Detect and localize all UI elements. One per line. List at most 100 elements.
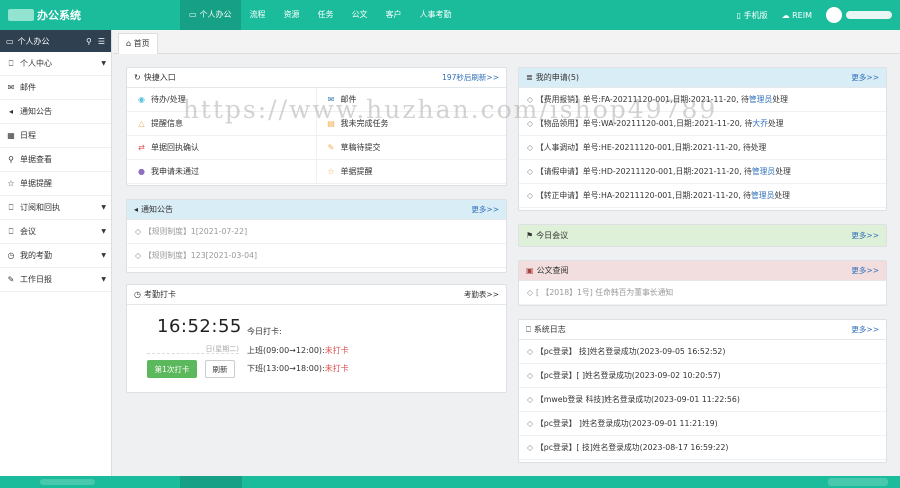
mobile-link[interactable]: ▯ 手机版 [737,10,768,21]
attendance-header: ◷ 考勤打卡 考勤表>> [127,285,506,305]
nav-documents[interactable]: 公文 [343,0,377,30]
diamond-icon: ◇ [527,167,533,176]
nav-resources[interactable]: 资源 [275,0,309,30]
sidebar-item-doc-view[interactable]: ⚲ 单据查看 [0,148,111,172]
quick-unfinished-tasks[interactable]: ▤ 我未完成任务 [316,112,506,136]
diamond-icon: ◇ [527,119,533,128]
diamond-icon: ◇ [527,347,533,356]
tab-home[interactable]: ⌂ 首页 [118,33,158,54]
quick-reminders[interactable]: △ 提醒信息 [127,112,317,136]
log-item[interactable]: ◇ 【pc登录】 ]姓名登录成功(2023-09-01 11:21:19) [519,412,886,436]
log-item[interactable]: ◇ 【mweb登录 科技]姓名登录成功(2023-09-01 11:22:56) [519,388,886,412]
applications-panel: ≣ 我的申请(5) 更多>> ◇ 【费用报销】单号:FA-20211120-001… [518,67,887,211]
top-right-actions: ▯ 手机版 ☁ REIM [737,0,900,30]
today-punch-label: 今日打卡: [247,327,282,336]
bottom-bar [0,476,900,488]
caret-down-icon: ▼ [101,228,106,235]
clock-time: 16:52:55 [157,316,242,337]
quick-entry-header: ↻ 快捷入口 197秒后刷新>> [127,68,506,88]
sidebar-item-attendance[interactable]: ◷ 我的考勤 ▼ [0,244,111,268]
nav-workflow[interactable]: 流程 [241,0,275,30]
sidebar-item-calendar[interactable]: ▦ 日程 [0,124,111,148]
bookmark-icon: ⎕ [8,202,14,212]
bell-icon: △ [138,119,145,128]
punch-in-button[interactable]: 第1次打卡 [147,360,197,378]
diamond-icon: ◇ [527,143,533,152]
nav-hr-attendance[interactable]: 人事考勤 [411,0,461,30]
notice-item[interactable]: ◇ 【规则制度】1[2021-07-22] [127,220,506,244]
attendance-row-morning: 上班(09:00→12:00):未打卡 [247,346,349,355]
refresh-countdown-link[interactable]: 197秒后刷新>> [442,72,499,83]
avatar[interactable] [826,7,842,23]
caret-down-icon: ▼ [101,60,106,67]
meeting-more-link[interactable]: 更多>> [851,230,879,241]
exchange-icon: ⇄ [138,143,145,152]
clock-icon: ◷ [134,290,141,299]
search-icon[interactable]: ⚲ [86,37,92,46]
sidebar-item-subscriptions[interactable]: ⎕ 订阅和回执 ▼ [0,196,111,220]
application-item[interactable]: ◇ 【请假申请】单号:HD-20211120-001,日期:2021-11-20,… [519,160,886,184]
diamond-icon: ◇ [527,95,533,104]
briefcase-icon: ▣ [526,266,534,275]
menu-icon[interactable]: ☰ [98,37,105,46]
nav-personal-office[interactable]: ▭ 个人办公 [180,0,241,30]
sidebar-item-daily-report[interactable]: ✎ 工作日报 ▼ [0,268,111,292]
document-item[interactable]: ◇[ 【2018】1号] 任命韩百为董事长通知 [519,281,886,305]
documents-more-link[interactable]: 更多>> [851,265,879,276]
nav-tasks[interactable]: 任务 [309,0,343,30]
chat-icon: ☁ [781,10,790,20]
attendance-row-afternoon: 下班(13:00→18:00):未打卡 [247,364,349,373]
envelope-icon: ✉ [7,83,15,92]
sidebar-item-personal-center[interactable]: ⎕ 个人中心 ▼ [0,52,111,76]
quick-mail[interactable]: ✉ 邮件 [316,88,506,112]
status-badge: 未打卡 [324,364,349,373]
diamond-icon: ◇ [527,371,533,380]
quick-todo[interactable]: ◉ 待办/处理 [127,88,317,112]
clock-icon: ◷ [7,251,15,260]
footer-active-tab[interactable] [180,476,242,488]
application-item[interactable]: ◇ 【人事调动】单号:HE-20211120-001,日期:2021-11-20,… [519,136,886,160]
star-o-icon: ☆ [327,167,335,176]
quick-entry-grid: ◉ 待办/处理 ✉ 邮件 △ 提醒信息 ▤ 我未完成任务 ⇄ 单据回执确认 ✎ 草稿待提交 … [127,88,506,184]
quick-doc-reminder[interactable]: ☆ 单据提醒 [316,160,506,184]
sidebar-item-notices[interactable]: ◂ 通知公告 [0,100,111,124]
reim-link[interactable]: ☁ REIM [782,11,812,20]
tab-bar: ⌂ 首页 [113,30,900,54]
quick-drafts[interactable]: ✎ 草稿待提交 [316,136,506,160]
brand[interactable]: 办公系统 [8,7,81,23]
monitor-icon: ▭ [6,36,14,46]
sidebar-item-meetings[interactable]: ⎕ 会议 ▼ [0,220,111,244]
attendance-sheet-link[interactable]: 考勤表>> [464,289,499,300]
username-redacted[interactable] [846,11,892,19]
quick-rejected-applications[interactable]: ● 我申请未通过 [127,160,317,184]
clock-date: 日(星期二) [147,344,239,354]
footer-user[interactable] [828,478,888,486]
quick-receipt-confirm[interactable]: ⇄ 单据回执确认 [127,136,317,160]
top-nav: ▭ 个人办公 流程 资源 任务 公文 客户 人事考勤 [180,0,461,30]
notice-item[interactable]: ◇ 【规则制度】123[2021-03-04] [127,244,506,268]
nav-customers[interactable]: 客户 [377,0,411,30]
tasks-icon: ▤ [327,119,335,128]
sidebar-item-doc-reminder[interactable]: ☆ 单据提醒 [0,172,111,196]
applications-header: ≣ 我的申请(5) 更多>> [519,68,886,88]
applications-more-link[interactable]: 更多>> [851,72,879,83]
star-icon: ☆ [7,179,15,188]
notice-more-link[interactable]: 更多>> [471,204,499,215]
application-item[interactable]: ◇ 【物品领用】单号:WA-20211120-001,日期:2021-11-20,… [519,112,886,136]
syslog-more-link[interactable]: 更多>> [851,324,879,335]
syslog-panel: ⎕ 系统日志 更多>> ◇ 【pc登录】 技]姓名登录成功(2023-09-05 … [518,319,887,463]
question-circle-icon: ◉ [138,95,145,104]
log-item[interactable]: ◇ 【pc登录】[ ]姓名登录成功(2023-09-02 10:20:57) [519,364,886,388]
edit-icon: ✎ [7,275,15,284]
application-item[interactable]: ◇ 【费用报销】单号:FA-20211120-001,日期:2021-11-20,… [519,88,886,112]
refresh-button[interactable]: 刷新 [205,360,235,378]
bookmark-icon: ⎕ [526,324,531,334]
sidebar-item-mail[interactable]: ✉ 邮件 [0,76,111,100]
mobile-icon: ▯ [736,10,742,20]
syslog-header: ⎕ 系统日志 更多>> [519,320,886,340]
edit-icon: ✎ [327,143,335,152]
log-item[interactable]: ◇ 【pc登录】[ 技]姓名登录成功(2023-08-17 16:59:22) [519,436,886,460]
application-item[interactable]: ◇ 【转正申请】单号:HA-20211120-001,日期:2021-11-20,… [519,184,886,208]
log-item[interactable]: ◇ 【pc登录】 技]姓名登录成功(2023-09-05 16:52:52) [519,340,886,364]
caret-down-icon: ▼ [101,276,106,283]
